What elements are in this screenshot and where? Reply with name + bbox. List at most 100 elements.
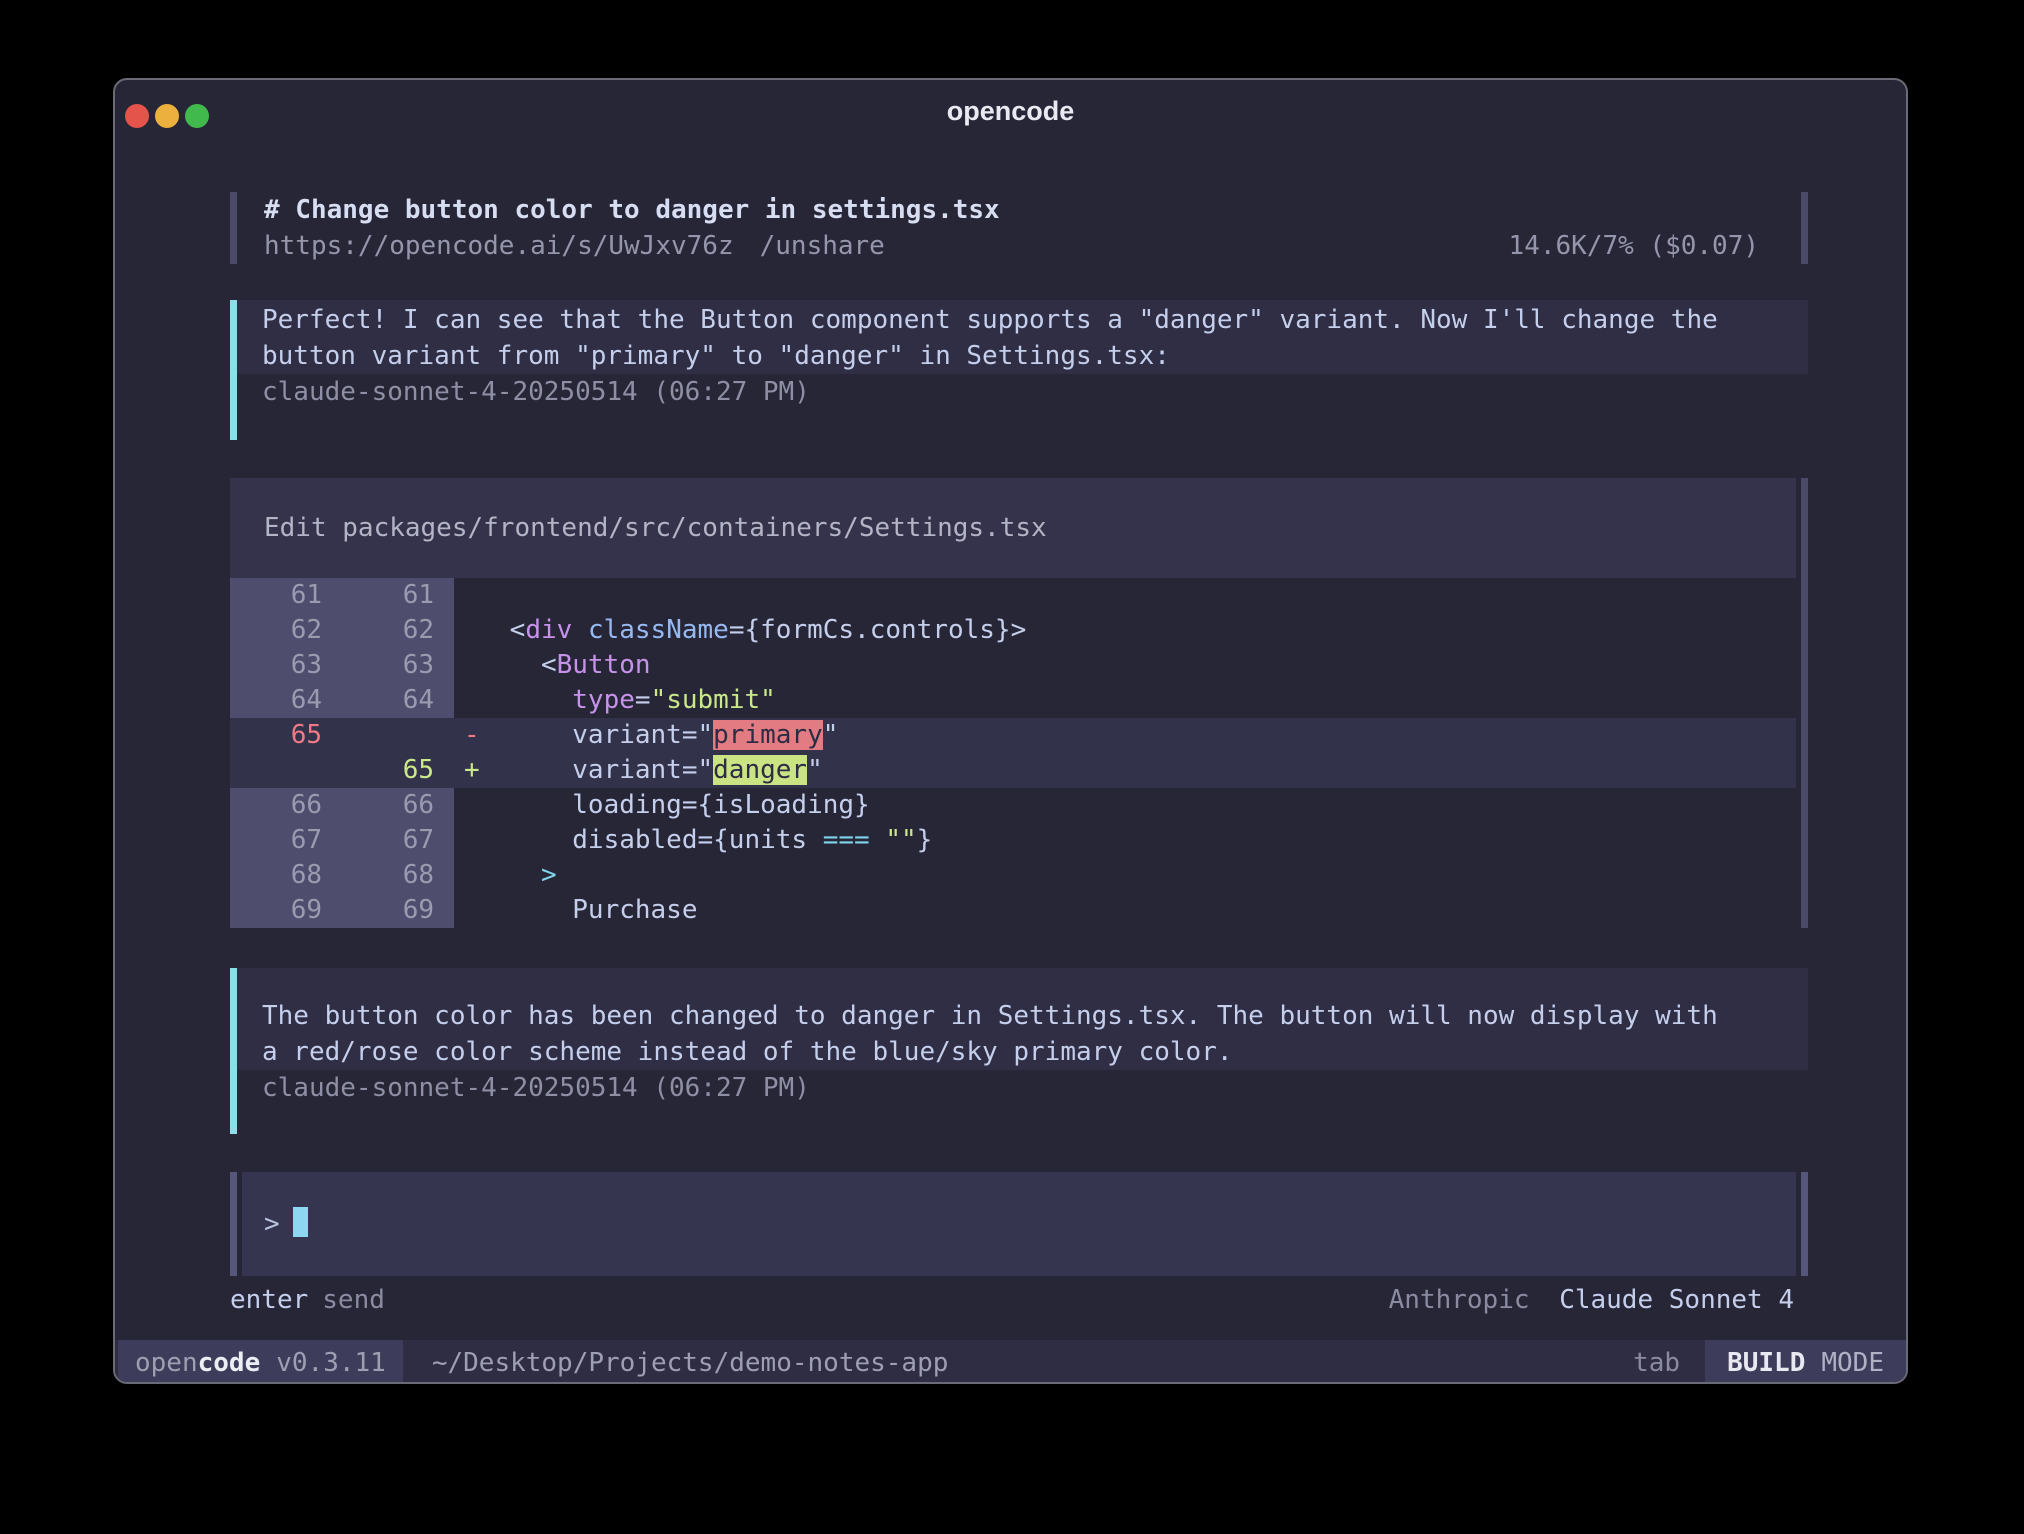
line-number-new: 67 xyxy=(342,823,454,858)
text-cursor xyxy=(293,1207,308,1237)
code-segment: === xyxy=(823,825,870,855)
line-number-old xyxy=(230,753,342,788)
app-version-chip: opencode v0.3.11 xyxy=(118,1340,403,1384)
app-name-prefix: open xyxy=(135,1348,198,1378)
code-segment: < xyxy=(494,650,557,680)
header-left-border xyxy=(230,192,237,264)
code-segment: = xyxy=(635,685,651,715)
assistant-message: Perfect! I can see that the Button compo… xyxy=(230,300,1808,440)
diff-row: 65+ variant="danger" xyxy=(230,753,1796,788)
code-segment: Purchase xyxy=(494,895,698,925)
line-number-old: 63 xyxy=(230,648,342,683)
send-hint-label: send xyxy=(322,1282,385,1318)
diff-sign: + xyxy=(454,753,494,788)
code-segment: className xyxy=(588,615,729,645)
diff-sign xyxy=(454,893,494,928)
message-accent-bar xyxy=(230,300,237,440)
code-segment: " xyxy=(823,720,839,750)
code-segment: } xyxy=(917,825,933,855)
code-segment xyxy=(494,860,541,890)
code-line: > xyxy=(494,858,557,893)
minimize-button[interactable] xyxy=(155,104,179,128)
diff-row: 6161 xyxy=(230,578,1796,613)
code-segment: variant=" xyxy=(494,720,713,750)
code-segment xyxy=(572,615,588,645)
code-segment xyxy=(870,825,886,855)
opencode-window: opencode # Change button color to danger… xyxy=(113,78,1908,1384)
line-number-old: 68 xyxy=(230,858,342,893)
code-segment: < xyxy=(494,615,525,645)
code-segment xyxy=(494,685,572,715)
line-number-new: 65 xyxy=(342,753,454,788)
unshare-command[interactable]: /unshare xyxy=(760,228,885,264)
diff-sign xyxy=(454,823,494,858)
edit-file-header: Edit packages/frontend/src/containers/Se… xyxy=(230,478,1796,578)
model-name: Claude Sonnet 4 xyxy=(1559,1285,1794,1315)
line-number-old: 67 xyxy=(230,823,342,858)
code-line: disabled={units === ""} xyxy=(494,823,932,858)
window-title: opencode xyxy=(115,80,1906,142)
message-line: Perfect! I can see that the Button compo… xyxy=(237,302,1808,338)
prompt-left-border xyxy=(230,1172,237,1276)
message-line: a red/rose color scheme instead of the b… xyxy=(237,1034,1808,1070)
assistant-message: The button color has been changed to dan… xyxy=(230,968,1808,1134)
code-segment: danger xyxy=(713,755,807,785)
code-segment: " xyxy=(807,755,823,785)
code-line: <div className={formCs.controls}> xyxy=(494,613,1026,648)
diff-rows: 61616262 <div className={formCs.controls… xyxy=(230,578,1796,928)
diff-row: 65- variant="primary" xyxy=(230,718,1796,753)
mode-badge: BUILD MODE xyxy=(1705,1340,1906,1384)
line-number-old: 66 xyxy=(230,788,342,823)
app-name-suffix: code xyxy=(198,1348,261,1378)
code-segment: type xyxy=(572,685,635,715)
close-button[interactable] xyxy=(125,104,149,128)
main-area: # Change button color to danger in setti… xyxy=(115,142,1906,1318)
code-segment: disabled={units xyxy=(494,825,823,855)
line-number-new: 69 xyxy=(342,893,454,928)
model-info: claude-sonnet-4-20250514 (06:27 PM) xyxy=(237,1070,1808,1106)
code-line: <Button xyxy=(494,648,651,683)
share-url[interactable]: https://opencode.ai/s/UwJxv76z xyxy=(264,228,734,264)
code-segment: variant=" xyxy=(494,755,713,785)
prompt-area: > xyxy=(230,1172,1808,1276)
code-line: Purchase xyxy=(494,893,698,928)
code-segment: "submit" xyxy=(651,685,776,715)
mode-badge-secondary: MODE xyxy=(1821,1348,1884,1378)
diff-sign xyxy=(454,858,494,893)
diff-row: 6868 > xyxy=(230,858,1796,893)
footer-hints: enter send Anthropic Claude Sonnet 4 xyxy=(230,1282,1808,1318)
code-line: type="submit" xyxy=(494,683,776,718)
status-bar: opencode v0.3.11 ~/Desktop/Projects/demo-… xyxy=(115,1340,1906,1384)
titlebar: opencode xyxy=(115,80,1906,142)
code-line: variant="danger" xyxy=(494,753,823,788)
message-line: button variant from "primary" to "danger… xyxy=(237,338,1808,374)
line-number-new: 62 xyxy=(342,613,454,648)
code-segment: ={formCs.controls}> xyxy=(729,615,1026,645)
mode-badge-primary: BUILD xyxy=(1727,1348,1805,1378)
line-number-new xyxy=(342,718,454,753)
diff-row: 6969 Purchase xyxy=(230,893,1796,928)
session-title: # Change button color to danger in setti… xyxy=(264,192,1000,228)
code-line: loading={isLoading} xyxy=(494,788,870,823)
line-number-old: 64 xyxy=(230,683,342,718)
diff-sign: - xyxy=(454,718,494,753)
edit-tool-card: Edit packages/frontend/src/containers/Se… xyxy=(230,478,1808,928)
line-number-old: 61 xyxy=(230,578,342,613)
app-version: v0.3.11 xyxy=(276,1348,386,1378)
diff-sign xyxy=(454,788,494,823)
diff-row: 6262 <div className={formCs.controls}> xyxy=(230,613,1796,648)
diff-sign xyxy=(454,578,494,613)
message-text: Perfect! I can see that the Button compo… xyxy=(237,300,1808,374)
message-line: The button color has been changed to dan… xyxy=(237,998,1808,1034)
prompt-right-border xyxy=(1801,1172,1808,1276)
message-text: The button color has been changed to dan… xyxy=(237,968,1808,1070)
tab-key-hint[interactable]: tab xyxy=(1633,1340,1680,1384)
zoom-button[interactable] xyxy=(185,104,209,128)
diff-sign xyxy=(454,613,494,648)
working-directory: ~/Desktop/Projects/demo-notes-app xyxy=(432,1340,949,1384)
code-segment: primary xyxy=(713,720,823,750)
header-right-border xyxy=(1801,192,1808,264)
prompt-input[interactable]: > xyxy=(242,1172,1796,1276)
token-cost-stats: 14.6K/7% ($0.07) xyxy=(1509,228,1796,264)
enter-key-hint: enter xyxy=(230,1282,308,1318)
